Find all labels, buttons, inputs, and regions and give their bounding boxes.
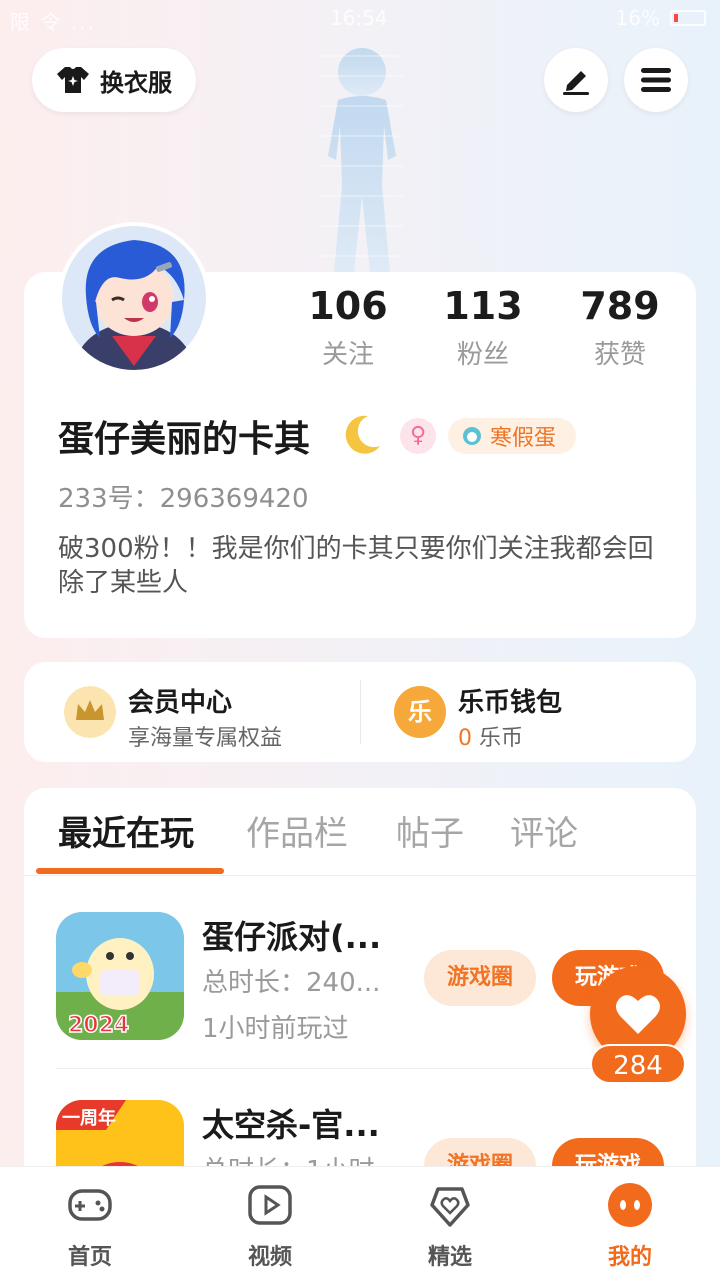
avatar-image <box>62 226 206 370</box>
nav-label: 视频 <box>247 1245 292 1270</box>
tab-posts[interactable]: 帖子 <box>396 806 464 855</box>
avatar[interactable] <box>58 222 210 374</box>
svg-text:2024: 2024 <box>68 1013 129 1038</box>
stat-followers[interactable]: 113 粉丝 <box>418 284 548 371</box>
nav-label: 我的 <box>607 1245 652 1270</box>
vip-subtitle: 享海量专属权益 <box>128 726 283 751</box>
stat-value: 113 <box>443 284 523 328</box>
stat-label: 获赞 <box>593 340 646 370</box>
stat-value: 789 <box>580 284 660 328</box>
nav-label: 首页 <box>67 1245 112 1270</box>
like-count: 284 <box>590 1044 686 1084</box>
game-name: 蛋仔派对(... <box>202 918 382 956</box>
user-id[interactable]: 233号：296369420 <box>58 478 309 515</box>
pen-icon <box>563 71 589 95</box>
stat-label: 关注 <box>321 340 374 370</box>
game-circle-button[interactable]: 游戏圈 <box>424 950 536 1006</box>
gamepad-icon <box>68 1189 112 1221</box>
shirt-icon <box>57 67 89 93</box>
tab-recent-played[interactable]: 最近在玩 <box>58 806 194 855</box>
change-outfit-label: 换衣服 <box>100 68 172 97</box>
divider <box>360 680 361 744</box>
tab-comments[interactable]: 评论 <box>510 806 578 855</box>
hamburger-menu-icon <box>641 68 671 92</box>
stat-value: 106 <box>308 284 388 328</box>
profile-face-icon <box>608 1183 652 1227</box>
status-bar: 限 令 ... 16:54 16% <box>0 0 720 40</box>
game-last-played: 1小时前玩过 <box>202 1014 349 1044</box>
svg-text:一周年: 一周年 <box>62 1107 116 1129</box>
nav-home[interactable]: 首页 <box>30 1181 150 1271</box>
profile-tag-badge[interactable]: 寒假蛋 <box>448 418 576 454</box>
game-duration: 总时长：240... <box>202 968 381 998</box>
menu-button[interactable] <box>624 48 688 112</box>
battery-icon <box>670 10 706 26</box>
tag-label: 寒假蛋 <box>490 426 557 451</box>
battery-percent: 16% <box>615 6 660 30</box>
game-row[interactable]: 2024 蛋仔派对(... 总时长：240... 1小时前玩过 游戏圈 玩游戏 <box>56 912 676 1062</box>
video-play-icon <box>248 1185 292 1225</box>
coin-wallet-entry[interactable]: 乐 乐币钱包 0 乐币 <box>394 680 674 751</box>
heart-badge-icon <box>430 1187 470 1227</box>
stat-label: 粉丝 <box>456 340 509 370</box>
crescent-moon-icon <box>345 415 380 454</box>
coin-title: 乐币钱包 <box>458 688 563 718</box>
nav-label: 精选 <box>427 1245 472 1270</box>
change-outfit-button[interactable]: 换衣服 <box>32 48 196 112</box>
bottom-navigation: 首页 视频 精选 我的 <box>0 1166 720 1280</box>
tab-active-indicator <box>36 868 224 874</box>
coin-balance: 0 乐币 <box>458 726 523 751</box>
egg-badge-icon <box>463 427 481 445</box>
wallet-card: 会员中心 享海量专属权益 乐 乐币钱包 0 乐币 <box>24 662 696 762</box>
edit-profile-button[interactable] <box>544 48 608 112</box>
nickname: 蛋仔美丽的卡其 <box>58 419 311 460</box>
game-name: 太空杀-官... <box>202 1106 380 1144</box>
status-signal: 限 令 ... <box>10 10 96 34</box>
divider <box>56 1068 666 1069</box>
avatar-3d-hologram[interactable] <box>300 36 424 276</box>
stat-likes[interactable]: 789 获赞 <box>555 284 685 371</box>
gender-female-badge: ♀ <box>400 418 436 454</box>
nav-video[interactable]: 视频 <box>210 1181 330 1271</box>
nav-me[interactable]: 我的 <box>570 1181 690 1271</box>
nav-featured[interactable]: 精选 <box>390 1181 510 1271</box>
vip-title: 会员中心 <box>128 688 233 718</box>
crown-icon <box>64 686 116 738</box>
bio: 破300粉！！我是你们的卡其只要你们关注我都会回除了某些人 <box>58 534 654 598</box>
stat-following[interactable]: 106 关注 <box>283 284 413 371</box>
profile-tabs: 最近在玩 作品栏 帖子 评论 <box>24 788 696 876</box>
status-time: 16:54 <box>330 6 388 30</box>
game-icon-eggy-party[interactable]: 2024 <box>56 912 184 1040</box>
vip-center-entry[interactable]: 会员中心 享海量专属权益 <box>64 680 344 751</box>
coin-icon: 乐 <box>394 686 446 738</box>
tab-works[interactable]: 作品栏 <box>246 806 348 855</box>
